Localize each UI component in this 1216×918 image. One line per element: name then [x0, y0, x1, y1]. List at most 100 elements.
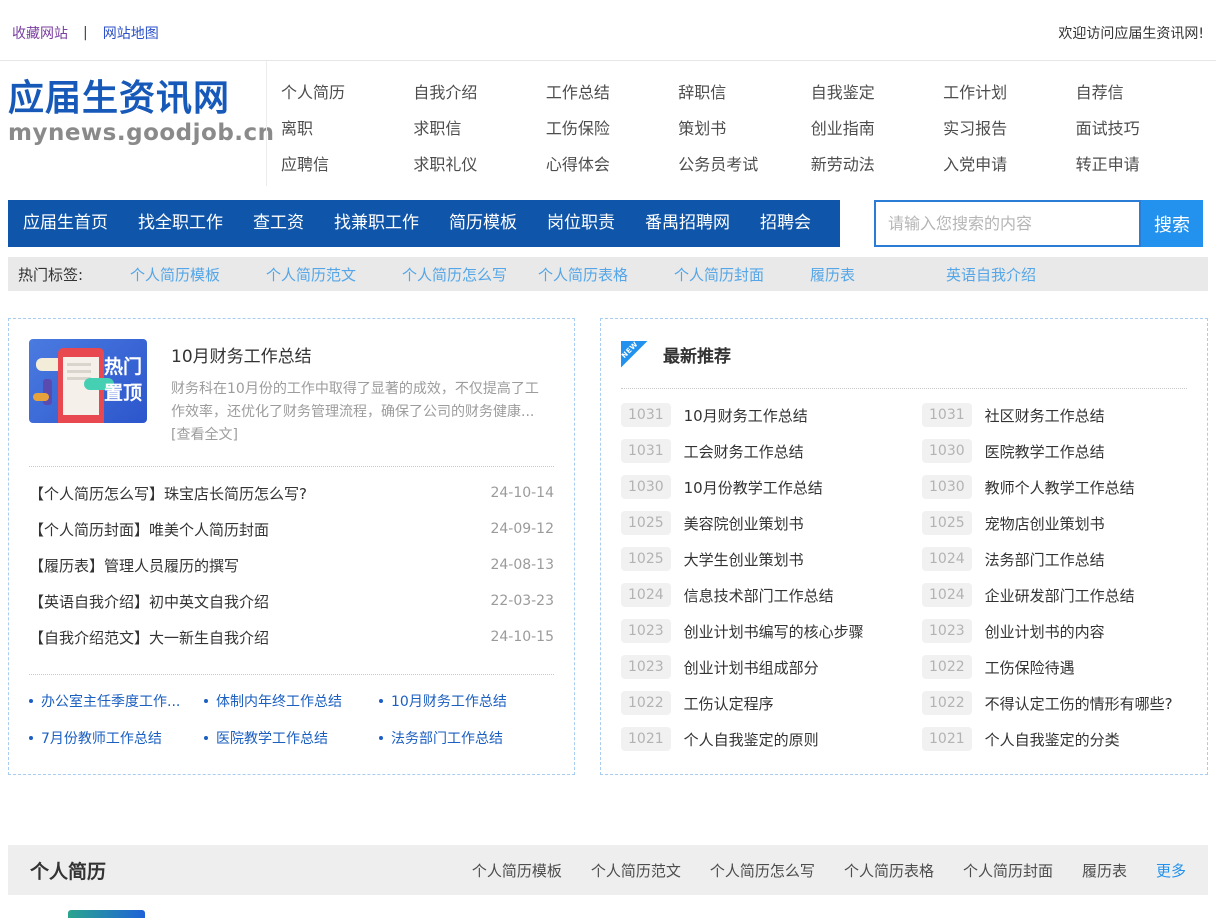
article-title[interactable]: 【个人简历怎么写】珠宝店长简历怎么写? [29, 483, 307, 504]
item-title[interactable]: 医院教学工作总结 [985, 441, 1105, 462]
hot-tags-row: 热门标签: 个人简历模板 个人简历范文 个人简历怎么写 个人简历表格 个人简历封… [8, 257, 1208, 291]
related-tag[interactable]: 法务部门工作总结 [379, 728, 554, 748]
search-input[interactable] [874, 200, 1141, 247]
menu-item[interactable]: 自荐信 [1076, 75, 1208, 111]
hot-tag[interactable]: 英语自我介绍 [946, 264, 1036, 285]
item-count-badge: 1021 [621, 727, 671, 751]
item-title[interactable]: 创业计划书的内容 [985, 621, 1105, 642]
sitemap-link[interactable]: 网站地图 [103, 23, 159, 43]
item-title[interactable]: 10月财务工作总结 [684, 405, 808, 426]
featured-thumbnail-image[interactable]: 热门 置顶 [29, 339, 147, 423]
article-title[interactable]: 【个人简历封面】唯美个人简历封面 [29, 519, 269, 540]
nav-item-job-fair[interactable]: 招聘会 [745, 200, 826, 247]
resume-tag[interactable]: 个人简历模板 [472, 860, 562, 881]
nav-item-salary[interactable]: 查工资 [238, 200, 319, 247]
resume-tag[interactable]: 履历表 [1082, 860, 1127, 881]
nav-item-panyu-jobs[interactable]: 番禺招聘网 [630, 200, 745, 247]
item-title[interactable]: 个人自我鉴定的原则 [684, 729, 819, 750]
menu-item[interactable]: 面试技巧 [1076, 111, 1208, 147]
related-tag[interactable]: 医院教学工作总结 [204, 728, 379, 748]
recommend-grid: 103110月财务工作总结 1031工会财务工作总结 103010月份教学工作总… [621, 397, 1187, 757]
nav-item-job-duty[interactable]: 岗位职责 [532, 200, 630, 247]
resume-item-thumbnail-image[interactable] [68, 910, 145, 918]
nav-item-parttime[interactable]: 找兼职工作 [319, 200, 434, 247]
related-tag[interactable]: 7月份教师工作总结 [29, 728, 204, 748]
item-title[interactable]: 工伤认定程序 [684, 693, 774, 714]
item-count-badge: 1024 [922, 583, 972, 607]
list-item: 103110月财务工作总结 [621, 397, 886, 433]
list-item: 1023创业计划书编写的核心步骤 [621, 613, 886, 649]
resume-tag[interactable]: 个人简历封面 [963, 860, 1053, 881]
resume-tag[interactable]: 个人简历怎么写 [710, 860, 815, 881]
menu-item[interactable]: 自我介绍 [413, 75, 545, 111]
hot-tag[interactable]: 个人简历表格 [538, 264, 674, 285]
item-title[interactable]: 教师个人教学工作总结 [985, 477, 1135, 498]
article-title[interactable]: 【英语自我介绍】初中英文自我介绍 [29, 591, 269, 612]
resume-tag[interactable]: 个人简历范文 [591, 860, 681, 881]
menu-item[interactable]: 个人简历 [281, 75, 413, 111]
nav-item-resume-template[interactable]: 简历模板 [434, 200, 532, 247]
menu-item[interactable]: 求职信 [413, 111, 545, 147]
item-title[interactable]: 工伤保险待遇 [985, 657, 1075, 678]
related-tag[interactable]: 办公室主任季度工作... [29, 691, 204, 711]
item-title[interactable]: 10月份教学工作总结 [684, 477, 823, 498]
menu-item[interactable]: 工作计划 [943, 75, 1075, 111]
list-item: 1030教师个人教学工作总结 [922, 469, 1187, 505]
featured-title[interactable]: 10月财务工作总结 [171, 342, 543, 367]
item-title[interactable]: 个人自我鉴定的分类 [985, 729, 1120, 750]
menu-item[interactable]: 实习报告 [943, 111, 1075, 147]
screen-line-icon [67, 363, 91, 366]
menu-item[interactable]: 工伤保险 [546, 111, 678, 147]
read-more-link[interactable]: [查看全文] [171, 424, 543, 447]
article-title[interactable]: 【自我介绍范文】大一新生自我介绍 [29, 627, 269, 648]
related-tag[interactable]: 体制内年终工作总结 [204, 691, 379, 711]
item-title[interactable]: 创业计划书编写的核心步骤 [684, 621, 864, 642]
hot-tag[interactable]: 个人简历封面 [674, 264, 810, 285]
list-item: 1025大学生创业策划书 [621, 541, 886, 577]
article-title[interactable]: 【履历表】管理人员履历的撰写 [29, 555, 239, 576]
menu-item[interactable]: 心得体会 [546, 147, 678, 183]
menu-item[interactable]: 工作总结 [546, 75, 678, 111]
hot-tag[interactable]: 个人简历怎么写 [402, 264, 538, 285]
menu-item[interactable]: 应聘信 [281, 147, 413, 183]
menu-item[interactable]: 入党申请 [943, 147, 1075, 183]
featured-article: 热门 置顶 10月财务工作总结 财务科在10月份的工作中取得了显著的成效，不仅提… [29, 339, 554, 447]
list-item: 1025宠物店创业策划书 [922, 505, 1187, 541]
site-logo[interactable]: 应届生资讯网 mynews.goodjob.cn [8, 61, 266, 186]
menu-item[interactable]: 新劳动法 [811, 147, 943, 183]
item-title[interactable]: 企业研发部门工作总结 [985, 585, 1135, 606]
nav-item-fulltime[interactable]: 找全职工作 [123, 200, 238, 247]
hot-tag[interactable]: 个人简历范文 [266, 264, 402, 285]
menu-item[interactable]: 转正申请 [1076, 147, 1208, 183]
bullet-icon [204, 736, 208, 740]
item-title[interactable]: 美容院创业策划书 [684, 513, 804, 534]
item-title[interactable]: 不得认定工伤的情形有哪些? [985, 693, 1173, 714]
resume-tag[interactable]: 个人简历表格 [844, 860, 934, 881]
related-tag[interactable]: 10月财务工作总结 [379, 691, 554, 711]
menu-item[interactable]: 离职 [281, 111, 413, 147]
item-title[interactable]: 社区财务工作总结 [985, 405, 1105, 426]
menu-item[interactable]: 公务员考试 [678, 147, 810, 183]
nav-item-home[interactable]: 应届生首页 [8, 200, 123, 247]
item-title[interactable]: 宠物店创业策划书 [985, 513, 1105, 534]
item-title[interactable]: 大学生创业策划书 [684, 549, 804, 570]
resume-section-bar: 个人简历 个人简历模板 个人简历范文 个人简历怎么写 个人简历表格 个人简历封面… [8, 845, 1208, 895]
menu-item[interactable]: 辞职信 [678, 75, 810, 111]
related-tag-label: 医院教学工作总结 [216, 728, 328, 748]
favorite-site-link[interactable]: 收藏网站 [12, 23, 68, 43]
menu-item[interactable]: 策划书 [678, 111, 810, 147]
article-date: 24-08-13 [490, 557, 554, 573]
item-title[interactable]: 法务部门工作总结 [985, 549, 1105, 570]
menu-item[interactable]: 求职礼仪 [413, 147, 545, 183]
item-title[interactable]: 信息技术部门工作总结 [684, 585, 834, 606]
hot-tag[interactable]: 履历表 [810, 264, 946, 285]
item-count-badge: 1023 [922, 619, 972, 643]
search-button[interactable]: 搜索 [1141, 200, 1203, 247]
hot-tag[interactable]: 个人简历模板 [130, 264, 266, 285]
menu-item[interactable]: 创业指南 [811, 111, 943, 147]
item-title[interactable]: 创业计划书组成部分 [684, 657, 819, 678]
list-item: 1023创业计划书组成部分 [621, 649, 886, 685]
item-title[interactable]: 工会财务工作总结 [684, 441, 804, 462]
more-link[interactable]: 更多 [1156, 860, 1186, 881]
menu-item[interactable]: 自我鉴定 [811, 75, 943, 111]
